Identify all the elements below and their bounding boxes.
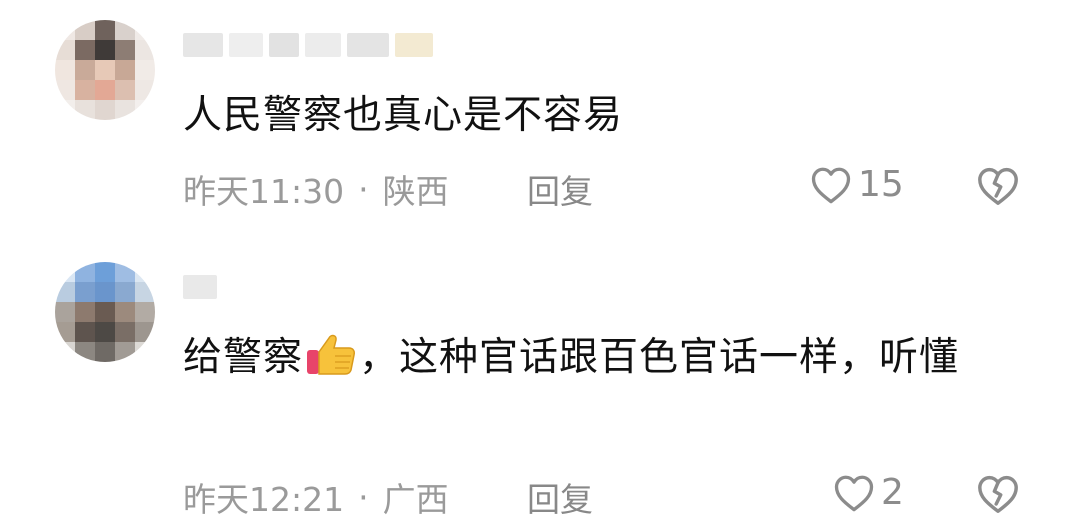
meta-separator: · bbox=[358, 477, 369, 517]
comment-meta: 昨天11:30 · 陕西 bbox=[183, 165, 449, 213]
heart-icon bbox=[834, 475, 874, 511]
comment-text-part: 给警察 bbox=[183, 335, 304, 380]
like-button[interactable]: 2 bbox=[833, 472, 904, 513]
thumbs-up-icon bbox=[305, 330, 357, 392]
comment-text: 人民警察也真心是不容易 bbox=[183, 93, 624, 138]
avatar[interactable] bbox=[55, 262, 155, 362]
like-button[interactable]: 15 bbox=[810, 164, 904, 205]
meta-separator: · bbox=[358, 169, 369, 209]
dislike-button[interactable] bbox=[976, 166, 1020, 210]
comment-text: 给警察 ，这种官话跟百色官话一样，听懂 bbox=[183, 330, 1013, 392]
dislike-button[interactable] bbox=[976, 474, 1020, 518]
comment-time: 昨天12:21 bbox=[183, 480, 345, 519]
username-blurred[interactable] bbox=[183, 33, 433, 57]
comment-location: 广西 bbox=[382, 480, 449, 519]
broken-heart-icon bbox=[978, 475, 1018, 513]
username-blurred[interactable] bbox=[183, 275, 217, 299]
comment-meta: 昨天12:21 · 广西 bbox=[183, 473, 449, 521]
comment-location: 陕西 bbox=[382, 172, 449, 211]
like-count: 15 bbox=[858, 164, 904, 205]
comment-text-part: ，这种官话跟百色官话一样，听懂 bbox=[359, 335, 960, 380]
reply-button[interactable]: 回复 bbox=[527, 473, 593, 521]
comment-time: 昨天11:30 bbox=[183, 172, 345, 211]
like-count: 2 bbox=[881, 472, 904, 513]
reply-button[interactable]: 回复 bbox=[527, 165, 593, 213]
broken-heart-icon bbox=[978, 167, 1018, 205]
heart-icon bbox=[811, 167, 851, 203]
avatar[interactable] bbox=[55, 20, 155, 120]
